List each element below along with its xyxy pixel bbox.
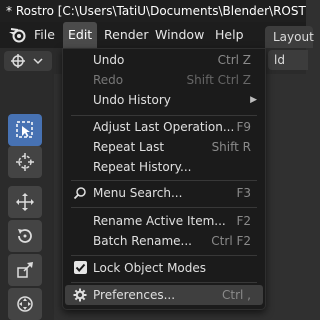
- edit-menu-dropdown: Undo Ctrl Z Redo Shift Ctrl Z Undo Histo…: [62, 48, 266, 310]
- move-tool[interactable]: [8, 186, 42, 218]
- transform-icon: [17, 296, 33, 312]
- menu-item-redo[interactable]: Redo Shift Ctrl Z: [65, 70, 263, 90]
- checkmark-icon: [75, 263, 86, 273]
- move-icon: [16, 193, 34, 211]
- select-box-icon: [16, 121, 33, 138]
- rotate-icon: [18, 229, 32, 243]
- menu-separator: [71, 282, 257, 283]
- window-title: * Rostro [C:\Users\TatiU\Documents\Blend…: [0, 0, 306, 22]
- menu-separator: [71, 180, 257, 181]
- select-box-tool[interactable]: [8, 114, 42, 146]
- menu-item-shortcut: Ctrl F2: [211, 234, 251, 248]
- menu-item-label: Lock Object Modes: [93, 261, 207, 275]
- menu-item-rename-active-item[interactable]: Rename Active Item... F2: [65, 211, 263, 231]
- menu-item-shortcut: Shift R: [211, 140, 251, 154]
- scale-icon: [17, 262, 33, 278]
- menu-item-label: Undo: [93, 53, 125, 67]
- cursor-3d-icon: [16, 153, 34, 171]
- menu-item-repeat-last[interactable]: Repeat Last Shift R: [65, 137, 263, 157]
- menu-item-label: Redo: [93, 73, 124, 87]
- menu-window[interactable]: Window: [150, 22, 209, 48]
- menu-item-label: Undo History: [93, 93, 171, 107]
- menu-item-label: Adjust Last Operation...: [93, 120, 235, 134]
- submenu-arrow-icon: ▶: [250, 95, 257, 105]
- menu-item-shortcut: Shift Ctrl Z: [186, 73, 251, 87]
- transform-tool[interactable]: [8, 288, 42, 320]
- editor-type-button[interactable]: [4, 51, 52, 71]
- rotate-tool[interactable]: [8, 220, 42, 252]
- menu-item-shortcut: F9: [236, 120, 251, 134]
- object-mode-dropdown[interactable]: ld: [268, 50, 308, 70]
- menu-item-label: Repeat Last: [93, 140, 165, 154]
- menu-separator: [71, 207, 257, 208]
- menu-item-shortcut: F3: [236, 186, 251, 200]
- menu-item-label: Rename Active Item...: [93, 214, 226, 228]
- workspace-tab-layout[interactable]: Layout: [265, 26, 314, 48]
- menu-item-label: Preferences...: [93, 288, 176, 302]
- scale-tool[interactable]: [8, 254, 42, 286]
- lock-object-modes-checkbox[interactable]: [74, 261, 87, 274]
- menu-item-preferences[interactable]: Preferences... Ctrl ,: [65, 285, 263, 305]
- menu-item-undo-history[interactable]: Undo History ▶: [65, 90, 263, 110]
- menu-help[interactable]: Help: [210, 22, 249, 48]
- menu-item-adjust-last-operation[interactable]: Adjust Last Operation... F9: [65, 117, 263, 137]
- menu-item-shortcut: Ctrl ,: [222, 288, 251, 302]
- menu-item-label: Repeat History...: [93, 160, 192, 174]
- menu-item-lock-object-modes[interactable]: Lock Object Modes: [65, 258, 263, 278]
- editor-type-icon: [11, 54, 43, 68]
- menu-item-undo[interactable]: Undo Ctrl Z: [65, 50, 263, 70]
- menu-item-shortcut: F2: [236, 214, 251, 228]
- menu-item-label: Batch Rename...: [93, 234, 192, 248]
- cursor-tool[interactable]: [8, 146, 42, 178]
- menu-separator: [71, 255, 257, 256]
- top-menubar: File Edit Render Window Help: [0, 22, 306, 48]
- menu-item-repeat-history[interactable]: Repeat History...: [65, 157, 263, 177]
- gear-icon: [73, 288, 87, 302]
- blender-logo-icon[interactable]: [8, 27, 26, 43]
- menu-item-shortcut: Ctrl Z: [217, 53, 251, 67]
- menu-file[interactable]: File: [29, 22, 60, 48]
- menu-item-batch-rename[interactable]: Batch Rename... Ctrl F2: [65, 231, 263, 251]
- menu-edit[interactable]: Edit: [63, 22, 98, 48]
- menu-separator: [71, 115, 257, 116]
- tool-shelf: [0, 74, 54, 320]
- menu-item-menu-search[interactable]: Menu Search... F3: [65, 183, 263, 203]
- search-icon: [73, 187, 86, 200]
- menu-item-label: Menu Search...: [93, 186, 183, 200]
- menu-render[interactable]: Render: [99, 22, 154, 48]
